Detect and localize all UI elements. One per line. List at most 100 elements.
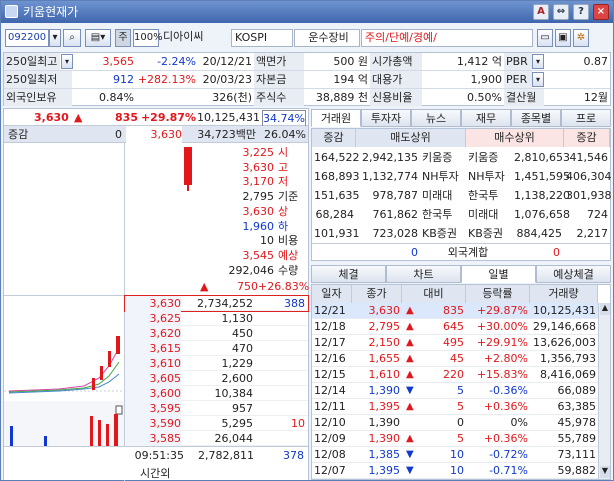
daily-row[interactable]: 12/09 1,390 5 +0.36% 55,789 ▲ [312,431,598,447]
gear-icon[interactable]: ✲ [573,29,589,47]
broker-row: 168,893 1,132,774 NH투자 NH투자 1,451,595 406,304 [312,167,612,186]
bid-qty: 10,384 [214,387,254,400]
afterhours-label: 시간외 [140,467,171,480]
daily-row[interactable]: 12/07 1,395 10 -0.71% 59,882 ▼ [312,463,598,479]
daily-row[interactable]: 12/14 1,390 5 -0.36% 66,089 ▼ [312,383,598,399]
broker-cell: 68,284 [315,208,355,221]
summary-row: 1,960 하 [204,219,304,234]
tab-2[interactable]: 일별 [461,265,536,283]
daily-row[interactable]: 12/10 1,390 0 0% 45,978 [312,415,598,431]
scroll-down-icon[interactable]: ▼ [600,466,610,478]
info-label: PER [504,71,532,88]
trade-tabs: 체결 차트 일별 예상체결 [311,264,611,284]
down-arrow-icon: ▼ [406,465,414,476]
broker-cell: 1,076,658 [514,208,570,221]
info-row: 250일최고 ▾ 3,565 -2.24% 20/12/21 액면가 500 원… [4,53,610,71]
bid-row[interactable]: 3,590 5,295 10 [125,416,308,431]
daily-cell: 12/16 [314,352,346,365]
dropdown-icon[interactable]: ▾ [532,54,544,69]
daily-row[interactable]: 12/15 1,610 220 +15.83% 8,416,069 ▲ [312,367,598,383]
close-icon[interactable]: × [593,4,609,20]
summary-value: 3,630 [242,204,275,218]
bid-row[interactable]: 3,600 10,384 [125,386,308,401]
bid-row[interactable]: 3,610 1,229 [125,356,308,371]
tab-5[interactable]: 프로 [561,109,611,127]
info-rate: +282.13% [137,73,196,86]
bid-row[interactable]: 3,620 450 [125,326,308,341]
daily-cell: +2.80% [483,352,528,365]
candle-wick [187,185,189,191]
link-icon[interactable]: ⇔ [553,4,569,20]
broker-row: 68,284 761,862 한국투 미래대 1,076,658 724 [312,205,610,224]
daily-cell: 45 [450,352,464,365]
broker-cell: 406,304 [566,170,612,183]
scrollbar[interactable]: ▲ ▼ [598,303,610,479]
broker-cell: 한국투 [468,189,499,202]
info-value: 38,889 천 [315,91,368,104]
bid-row[interactable]: 3,630 2,734,252 388 [124,295,309,312]
daily-row[interactable]: 12/11 1,395 5 +0.36% 63,385 ▲ [312,399,598,415]
daily-cell: 2,795 [368,320,401,333]
tab-3[interactable]: 예상체결 [536,265,611,283]
summary-row: 3,545 예상 [204,248,304,263]
tab-3[interactable]: 재무 [461,109,511,127]
group-select-icon[interactable]: ▤▾ [85,29,111,47]
percent-label[interactable]: 100% [133,29,163,47]
daily-cell: 12/21 [314,304,346,317]
daily-cell: 5 [457,384,464,397]
help-icon[interactable]: ? [573,4,589,20]
bid-qty: 470 [232,342,253,355]
scroll-up-icon[interactable]: ▲ [600,303,610,315]
tab-1[interactable]: 차트 [386,265,461,283]
bid-qty: 2,734,252 [197,297,253,310]
broker-cell: 724 [587,208,608,221]
current-price: 3,630 [34,111,69,124]
tab-0[interactable]: 체결 [311,265,386,283]
daily-row[interactable]: 12/17 2,150 495 +29.91% 13,626,003 ▲ [312,335,598,351]
daily-row[interactable]: 12/18 2,795 645 +30.00% 29,146,668 ▲ [312,319,598,335]
broker-cell: 164,522 [314,151,360,164]
window-icon[interactable]: ▣ [555,29,571,47]
summary-row: 292,046 수량 [204,263,304,278]
daily-cell: 10,125,431 [533,304,596,317]
daily-cell: 1,395 [368,464,401,477]
daily-row[interactable]: 12/08 1,385 10 -0.72% 73,111 ▼ [312,447,598,463]
dropdown-icon[interactable]: ▾ [61,54,73,69]
search-icon[interactable]: ⌕ [63,29,81,47]
font-size-icon[interactable]: A [533,4,549,20]
bid-row[interactable]: 3,625 1,130 [125,311,308,326]
tab-4[interactable]: 종목별 [511,109,561,127]
bid-row[interactable]: 3,585 26,044 [125,431,308,446]
sector-label: 운수장비 [294,29,360,47]
info-value: 12월 [583,91,608,104]
bid-price: 3,615 [125,341,181,356]
daily-cell: 3,630 [368,304,401,317]
daily-cell: 1,385 [368,448,401,461]
daily-row[interactable]: 12/21 3,630 835 +29.87% 10,125,431 ▲ [312,303,598,319]
daily-row[interactable]: 12/16 1,655 45 +2.80% 1,356,793 ▲ [312,351,598,367]
total-extra: 378 [283,449,304,462]
broker-row: 101,931 723,028 KB증권 KB증권 884,425 2,217 [312,224,610,243]
bid-row[interactable]: 3,615 470 [125,341,308,356]
tab-2[interactable]: 뉴스 [411,109,461,127]
daily-cell: 1,390 [368,432,401,445]
daily-cell: 0 [457,416,464,429]
bid-row[interactable]: 3,595 957 [125,401,308,416]
bid-qty: 1,130 [221,312,254,325]
daily-cell: 1,390 [368,416,401,429]
daily-cell: 495 [443,336,464,349]
stock-info-panel: 250일최고 ▾ 3,565 -2.24% 20/12/21 액면가 500 원… [3,52,611,106]
stock-code-input[interactable]: 092200 [5,29,49,47]
memo-icon[interactable]: ▭ [537,29,553,47]
bid-row[interactable]: 3,605 2,600 [125,371,308,386]
summary-value: 1,960 [242,219,275,233]
tab-0[interactable]: 거래원 [311,109,361,127]
app-window: 키움현재가 A ⇔ ? × 092200 ▾ ⌕ ▤▾ 주 100% 디아이씨 … [0,0,614,481]
dropdown-icon[interactable]: ▾ [49,29,61,47]
daily-cell: 220 [443,368,464,381]
dropdown-icon[interactable]: ▾ [532,72,544,87]
tab-1[interactable]: 투자자 [361,109,411,127]
daily-cell: 5 [457,400,464,413]
info-label: 액면가 [254,53,304,70]
daily-cell: 45,978 [557,416,597,429]
